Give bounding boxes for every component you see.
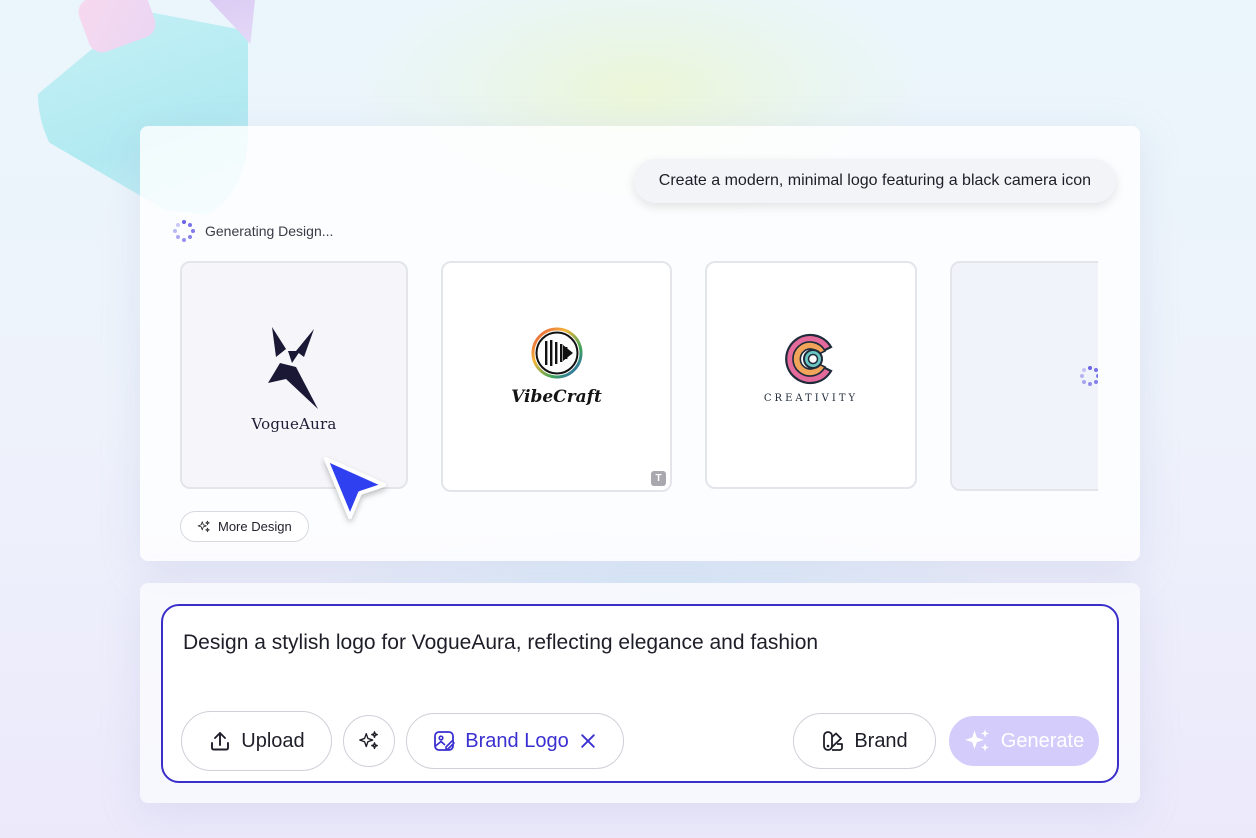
creativity-mark-icon	[785, 333, 833, 385]
generate-label: Generate	[1000, 729, 1085, 752]
cursor-icon	[324, 457, 386, 519]
sparkle-icon	[964, 727, 992, 755]
design-card-creativity[interactable]: CREATIVITY	[705, 261, 917, 489]
upload-icon	[208, 729, 232, 753]
brand-logo-chip[interactable]: Brand Logo	[406, 713, 624, 769]
prompt-composer[interactable]: Design a stylish logo for VogueAura, ref…	[161, 604, 1119, 783]
close-icon[interactable]	[578, 731, 598, 751]
creativity-logo-text: CREATIVITY	[763, 393, 859, 404]
generating-status-text: Generating Design...	[205, 223, 334, 239]
text-badge-icon[interactable]: T	[651, 471, 666, 486]
design-card-loading	[950, 261, 1098, 491]
results-panel: Create a modern, minimal logo featuring …	[140, 126, 1140, 561]
more-design-button[interactable]: More Design	[180, 511, 309, 542]
vogueaura-mark-icon	[268, 327, 318, 409]
brand-logo-label: Brand Logo	[465, 729, 569, 752]
generating-status: Generating Design...	[173, 220, 333, 242]
image-edit-icon	[432, 729, 456, 753]
vibecraft-logo: VibeCraft	[487, 327, 627, 407]
more-design-label: More Design	[218, 519, 292, 534]
upload-button[interactable]: Upload	[181, 711, 332, 771]
brand-label: Brand	[854, 729, 908, 752]
spinner-icon	[1080, 366, 1098, 386]
design-results: VogueAura VibeCraft T CREATIVITY	[180, 261, 1098, 496]
brand-kit-icon	[821, 729, 845, 753]
design-card-vibecraft[interactable]: VibeCraft T	[441, 261, 672, 492]
prompt-input[interactable]: Design a stylish logo for VogueAura, ref…	[183, 631, 818, 655]
vogueaura-logo: VogueAura	[234, 327, 354, 433]
composer-panel: Design a stylish logo for VogueAura, ref…	[140, 583, 1140, 803]
prompt-bubble-text: Create a modern, minimal logo featuring …	[658, 172, 1091, 189]
brand-button[interactable]: Brand	[793, 713, 936, 769]
generate-button[interactable]: Generate	[949, 716, 1099, 766]
spinner-icon	[173, 220, 195, 242]
prompt-bubble: Create a modern, minimal logo featuring …	[633, 159, 1116, 203]
vibecraft-mark-icon	[531, 327, 582, 379]
vogueaura-logo-text: VogueAura	[251, 415, 337, 433]
creativity-logo: CREATIVITY	[736, 331, 886, 404]
enhance-prompt-button[interactable]	[343, 715, 395, 767]
sparkle-icon	[358, 730, 380, 752]
sparkle-icon	[197, 520, 211, 534]
vibecraft-logo-text: VibeCraft	[511, 387, 602, 407]
upload-label: Upload	[241, 729, 305, 752]
